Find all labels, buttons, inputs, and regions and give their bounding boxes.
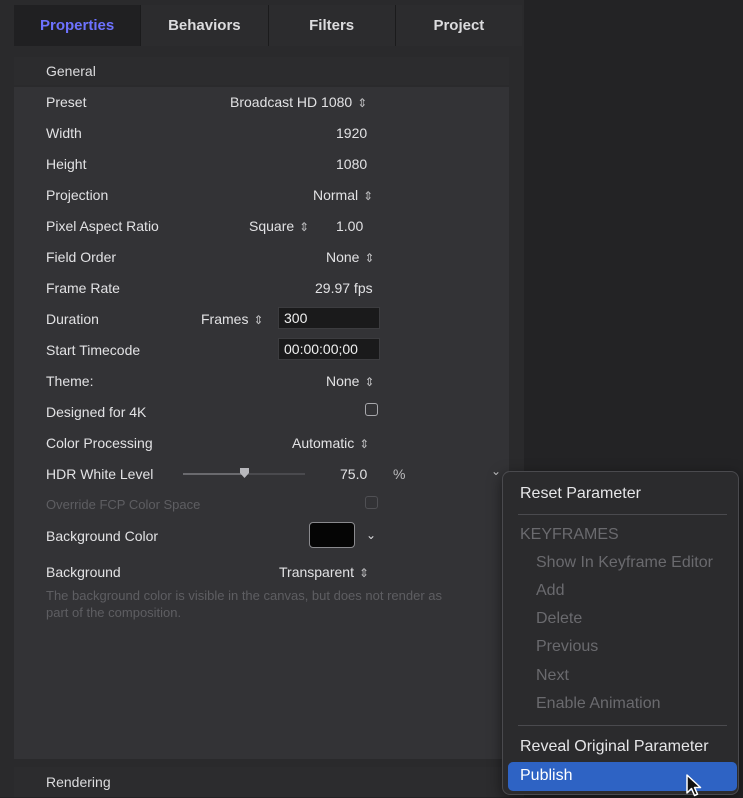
- chevron-down-icon[interactable]: ⌄: [366, 528, 376, 542]
- background-color-label: Background Color: [46, 528, 159, 544]
- menu-item-publish-label: Publish: [520, 767, 573, 784]
- general-section-header[interactable]: General: [14, 57, 509, 85]
- background-color-swatch[interactable]: [309, 522, 355, 548]
- inspector-tabs: Properties Behaviors Filters Project: [14, 5, 522, 46]
- hdr-white-unit: %: [393, 466, 406, 482]
- width-value[interactable]: 1920: [336, 125, 367, 141]
- theme-popup[interactable]: None ⇕: [326, 373, 375, 389]
- field-order-value: None: [326, 249, 360, 265]
- height-label: Height: [46, 156, 87, 172]
- hdr-white-slider-fill: [183, 473, 244, 475]
- width-label: Width: [46, 125, 82, 141]
- theme-value: None: [326, 373, 360, 389]
- start-timecode-label: Start Timecode: [46, 342, 141, 358]
- menu-item-previous[interactable]: Previous: [536, 638, 598, 656]
- menu-item-delete[interactable]: Delete: [536, 610, 582, 628]
- menu-item-reset-parameter[interactable]: Reset Parameter: [520, 485, 641, 503]
- rendering-section-header[interactable]: Rendering: [14, 767, 509, 797]
- duration-field[interactable]: 300: [278, 307, 380, 329]
- background-label: Background: [46, 564, 121, 580]
- menu-item-show-in-keyframe-editor[interactable]: Show In Keyframe Editor: [536, 554, 713, 572]
- menu-separator: [518, 725, 727, 726]
- general-section-label: General: [46, 63, 96, 79]
- background-popup[interactable]: Transparent ⇕: [279, 564, 369, 580]
- duration-unit: Frames: [201, 311, 249, 327]
- duration-label: Duration: [46, 311, 99, 327]
- rendering-section-label: Rendering: [46, 774, 111, 790]
- tab-project[interactable]: Project: [396, 5, 522, 46]
- hdr-white-value[interactable]: 75.0: [340, 466, 367, 482]
- chevron-updown-icon: ⇕: [357, 96, 368, 110]
- background-note: The background color is visible in the c…: [46, 588, 443, 620]
- field-order-popup[interactable]: None ⇕: [326, 249, 375, 265]
- menu-item-reveal-original-parameter[interactable]: Reveal Original Parameter: [520, 738, 709, 756]
- color-processing-popup[interactable]: Automatic ⇕: [292, 435, 369, 451]
- pixel-aspect-number[interactable]: 1.00: [336, 218, 363, 234]
- frame-rate-value[interactable]: 29.97 fps: [315, 280, 373, 296]
- inspector-panel: Properties Behaviors Filters Project Gen…: [0, 0, 524, 797]
- chevron-updown-icon: ⇕: [358, 566, 370, 580]
- menu-item-enable-animation[interactable]: Enable Animation: [536, 695, 661, 713]
- duration-unit-popup[interactable]: Frames ⇕: [201, 311, 264, 327]
- tab-properties[interactable]: Properties: [14, 5, 142, 46]
- chevron-updown-icon: ⇕: [253, 313, 264, 327]
- menu-item-next[interactable]: Next: [536, 667, 569, 685]
- designed-4k-label: Designed for 4K: [46, 404, 147, 420]
- theme-label: Theme:: [46, 373, 94, 389]
- frame-rate-label: Frame Rate: [46, 280, 120, 296]
- chevron-updown-icon: ⇕: [299, 220, 310, 234]
- hdr-white-label: HDR White Level: [46, 466, 154, 482]
- background-value: Transparent: [279, 564, 354, 580]
- slider-thumb-icon[interactable]: [239, 467, 250, 479]
- mouse-pointer-icon: [686, 774, 702, 797]
- chevron-updown-icon: ⇕: [364, 251, 375, 265]
- pixel-aspect-popup[interactable]: Square ⇕: [249, 218, 309, 234]
- projection-value: Normal: [313, 187, 359, 203]
- chevron-updown-icon: ⇕: [363, 189, 374, 203]
- height-value[interactable]: 1080: [336, 156, 367, 172]
- color-processing-value: Automatic: [292, 435, 355, 451]
- field-order-label: Field Order: [46, 249, 117, 265]
- chevron-down-icon[interactable]: ⌄: [491, 464, 501, 478]
- pixel-aspect-label: Pixel Aspect Ratio: [46, 218, 159, 234]
- pixel-aspect-value: Square: [249, 218, 295, 234]
- preset-label: Preset: [46, 94, 87, 110]
- projection-popup[interactable]: Normal ⇕: [313, 187, 373, 203]
- chevron-updown-icon: ⇕: [364, 375, 375, 389]
- projection-label: Projection: [46, 187, 109, 203]
- color-processing-label: Color Processing: [46, 435, 153, 451]
- tab-filters[interactable]: Filters: [269, 5, 396, 46]
- designed-4k-checkbox[interactable]: [365, 403, 378, 416]
- override-fcp-label: Override FCP Color Space: [46, 497, 201, 512]
- menu-separator: [518, 514, 727, 515]
- start-timecode-field[interactable]: 00:00:00;00: [278, 338, 380, 360]
- override-fcp-checkbox[interactable]: [365, 496, 378, 509]
- menu-item-add[interactable]: Add: [536, 582, 564, 600]
- tab-behaviors[interactable]: Behaviors: [141, 5, 269, 46]
- menu-section-keyframes: KEYFRAMES: [520, 526, 619, 543]
- preset-value: Broadcast HD 1080: [230, 94, 353, 110]
- chevron-updown-icon: ⇕: [359, 437, 370, 451]
- context-menu: Reset Parameter KEYFRAMES Show In Keyfra…: [502, 471, 739, 795]
- preset-popup[interactable]: Broadcast HD 1080 ⇕: [230, 94, 367, 110]
